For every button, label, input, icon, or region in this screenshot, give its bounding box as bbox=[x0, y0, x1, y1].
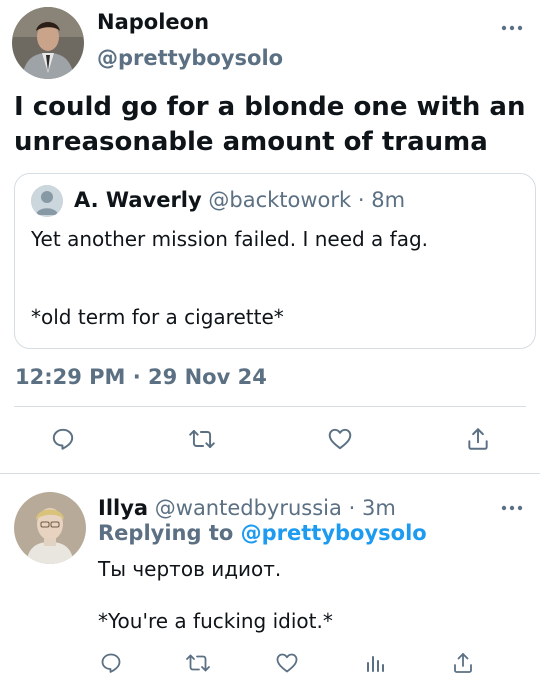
reply-author-handle[interactable]: @wantedbyrussia bbox=[155, 496, 342, 520]
more-dots-icon[interactable] bbox=[498, 500, 526, 514]
avatar[interactable] bbox=[14, 492, 86, 564]
separator-dot: · bbox=[348, 496, 356, 520]
retweet-icon[interactable] bbox=[183, 648, 213, 678]
quoted-tweet-header: A. Waverly @backtowork · 8m bbox=[74, 188, 405, 212]
avatar[interactable] bbox=[12, 7, 84, 79]
author-handle[interactable]: @prettyboysolo bbox=[97, 46, 283, 70]
reply-tweet-time: 3m bbox=[361, 496, 396, 520]
divider bbox=[0, 473, 540, 474]
share-icon[interactable] bbox=[463, 424, 493, 454]
tweet-text: I could go for a blonde one with an unre… bbox=[14, 92, 526, 157]
divider bbox=[14, 406, 526, 407]
more-dots-icon[interactable] bbox=[498, 20, 526, 34]
reply-tweet-text-line: *You're a fucking idiot.* bbox=[98, 609, 333, 633]
replying-to-link[interactable]: @prettyboysolo bbox=[241, 521, 427, 545]
replying-to-label: Replying to bbox=[98, 521, 234, 545]
like-icon[interactable] bbox=[325, 424, 355, 454]
quoted-tweet-time: 8m bbox=[371, 188, 406, 212]
retweet-icon[interactable] bbox=[187, 424, 217, 454]
quoted-tweet-text-line: Yet another mission failed. I need a fag… bbox=[31, 227, 429, 251]
separator-dot: · bbox=[357, 188, 365, 212]
tweet-timestamp[interactable]: 12:29 PM · 29 Nov 24 bbox=[15, 365, 267, 389]
replying-to: Replying to @prettyboysolo bbox=[98, 521, 427, 545]
reply-tweet-header: Illya @wantedbyrussia · 3m bbox=[98, 496, 396, 520]
like-icon[interactable] bbox=[272, 648, 302, 678]
quoted-tweet-text-line: *old term for a cigarette* bbox=[31, 305, 284, 329]
reply-author-name[interactable]: Illya bbox=[98, 496, 148, 520]
reply-icon[interactable] bbox=[48, 424, 78, 454]
quoted-author-name[interactable]: A. Waverly bbox=[74, 188, 202, 212]
share-icon[interactable] bbox=[448, 648, 478, 678]
analytics-icon[interactable] bbox=[360, 648, 390, 678]
default-avatar-icon[interactable] bbox=[31, 185, 63, 217]
reply-tweet-text-line: Ты чертов идиот. bbox=[98, 557, 282, 581]
author-name[interactable]: Napoleon bbox=[97, 10, 209, 34]
reply-icon[interactable] bbox=[96, 648, 126, 678]
quoted-author-handle[interactable]: @backtowork bbox=[208, 188, 351, 212]
